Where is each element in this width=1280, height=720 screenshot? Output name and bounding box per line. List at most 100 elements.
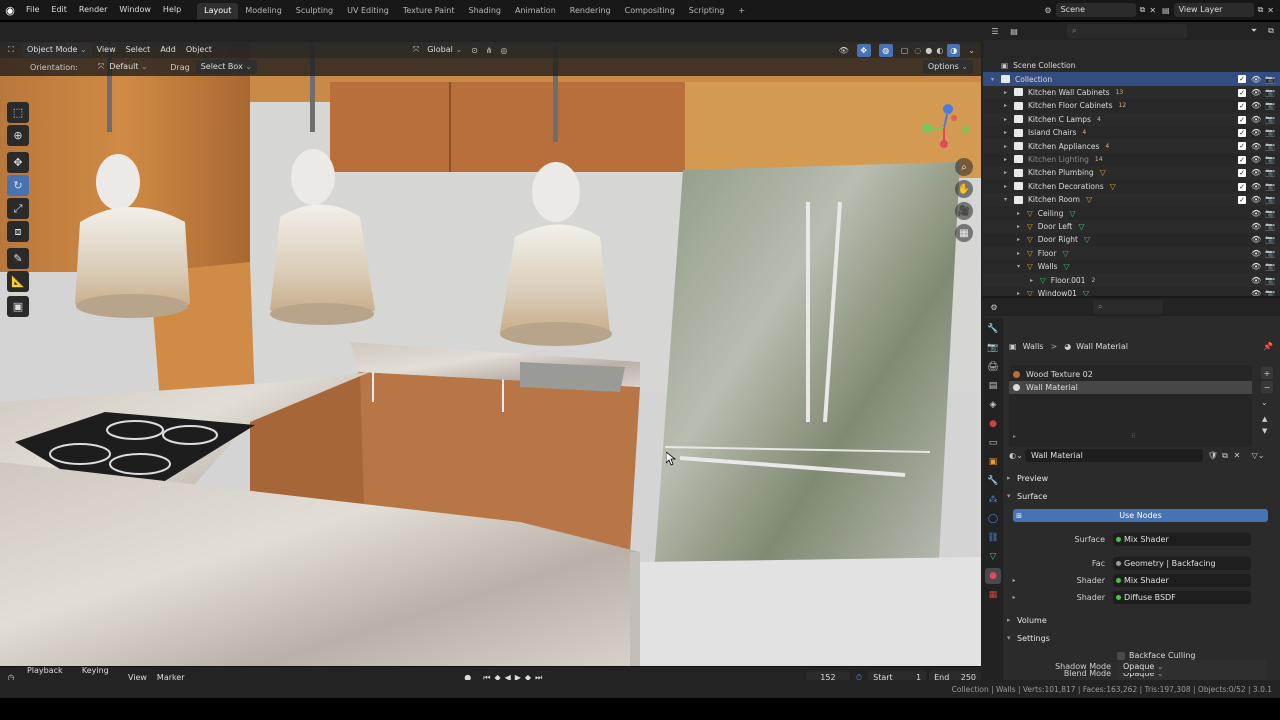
- disclosure-arrow-icon[interactable]: ▾: [1004, 196, 1014, 203]
- output-tab-icon[interactable]: 🖨: [985, 359, 1001, 375]
- outliner-row[interactable]: ▸ ▽ Floor ▽ 👁 📷: [983, 246, 1280, 260]
- rotate-tool-icon[interactable]: ↻: [7, 175, 29, 196]
- visibility-eye-icon[interactable]: 👁: [1251, 209, 1261, 218]
- visibility-eye-icon[interactable]: 👁: [1251, 262, 1261, 271]
- expand-arrow-icon[interactable]: ▸: [1030, 277, 1040, 284]
- exclude-checkbox[interactable]: ✓: [1238, 196, 1246, 204]
- delete-scene-icon[interactable]: ✕: [1149, 6, 1156, 15]
- move-slot-down-icon[interactable]: ▼: [1262, 427, 1267, 435]
- outliner-row[interactable]: ▸ Kitchen Plumbing ▽ ✓ 👁 📷: [983, 166, 1280, 180]
- render-camera-icon[interactable]: 📷: [1265, 155, 1275, 164]
- disclosure-arrow-icon[interactable]: ▸: [1017, 223, 1027, 230]
- exclude-checkbox[interactable]: ✓: [1238, 169, 1246, 178]
- menu-help[interactable]: Help: [157, 0, 187, 20]
- tab-shading[interactable]: Shading: [461, 3, 508, 19]
- mode-selector[interactable]: Object Mode: [22, 43, 92, 57]
- exclude-checkbox[interactable]: ✓: [1238, 88, 1246, 97]
- visibility-eye-icon[interactable]: 👁: [1251, 128, 1261, 137]
- outliner-row[interactable]: ▾ Kitchen Room ▽ ✓ 👁 📷: [983, 193, 1280, 207]
- render-camera-icon[interactable]: 📷: [1265, 235, 1275, 244]
- outliner-row[interactable]: ▸ Kitchen Appliances 4 ✓ 👁 📷: [983, 139, 1280, 153]
- outliner-row[interactable]: ▸ ▽ Door Right ▽ 👁 📷: [983, 233, 1280, 246]
- transform-orientation-selector[interactable]: Global: [422, 43, 467, 57]
- tab-texture-paint[interactable]: Texture Paint: [396, 3, 462, 19]
- material-browse-icon[interactable]: ◐⌄: [1007, 451, 1025, 460]
- add-workspace-button[interactable]: +: [731, 3, 752, 19]
- menu-file[interactable]: File: [20, 0, 45, 20]
- scene-selector[interactable]: Scene: [1055, 3, 1136, 17]
- new-view-layer-icon[interactable]: ⧉: [1258, 5, 1264, 15]
- render-camera-icon[interactable]: 📷: [1265, 209, 1275, 218]
- render-camera-icon[interactable]: 📷: [1265, 142, 1275, 151]
- disclosure-arrow-icon[interactable]: ▸: [1004, 102, 1014, 109]
- render-camera-icon[interactable]: 📷: [1265, 75, 1275, 84]
- material-shading-icon[interactable]: ◐: [936, 46, 943, 55]
- outliner-row[interactable]: ▸ Island Chairs 4 ✓ 👁 📷: [983, 126, 1280, 139]
- exclude-checkbox[interactable]: ✓: [1238, 182, 1246, 191]
- collection-tab-icon[interactable]: ▭: [985, 435, 1001, 451]
- fake-user-icon[interactable]: 🛡: [1207, 451, 1219, 460]
- menu-object[interactable]: Object: [181, 43, 217, 57]
- list-resize-handle-icon[interactable]: ⠿: [1131, 433, 1135, 440]
- volume-section-header[interactable]: ▸ Volume: [1007, 612, 1277, 628]
- visibility-eye-icon[interactable]: 👁: [1251, 182, 1261, 191]
- solid-shading-icon[interactable]: ●: [925, 46, 932, 55]
- remove-slot-icon[interactable]: −: [1261, 381, 1273, 393]
- visibility-eye-icon[interactable]: 👁: [1251, 88, 1261, 97]
- new-collection-icon[interactable]: ⧉: [1262, 26, 1280, 36]
- move-slot-up-icon[interactable]: ▲: [1262, 415, 1267, 423]
- disclosure-arrow-icon[interactable]: ▸: [1004, 169, 1014, 176]
- preview-section-header[interactable]: ▸ Preview: [1007, 470, 1277, 486]
- gizmo-toggle-icon[interactable]: ✥: [856, 43, 871, 57]
- exclude-checkbox[interactable]: ✓: [1238, 142, 1246, 151]
- render-camera-icon[interactable]: 📷: [1265, 249, 1275, 258]
- outliner-row[interactable]: ▸ Kitchen C Lamps 4 ✓ 👁 📷: [983, 112, 1280, 126]
- filter-icon[interactable]: ⏷: [1246, 26, 1262, 36]
- shading-options-icon[interactable]: ⌄: [968, 46, 975, 55]
- outliner-row[interactable]: ▸ Kitchen Floor Cabinets 12 ✓ 👁 📷: [983, 99, 1280, 112]
- options-button[interactable]: Options: [922, 60, 973, 74]
- transform-tool-icon[interactable]: ⧈: [7, 221, 29, 242]
- rendered-shading-icon[interactable]: ◑: [947, 43, 961, 57]
- material-name-field[interactable]: Wall Material: [1025, 449, 1203, 462]
- shader-expand-icon-2[interactable]: ▸: [1007, 594, 1021, 601]
- disclosure-arrow-icon[interactable]: ▸: [1004, 143, 1014, 150]
- render-tab-icon[interactable]: 📷: [985, 340, 1001, 356]
- shadow-mode-dropdown[interactable]: Opaque: [1117, 660, 1267, 673]
- tool-tab-icon[interactable]: 🔧: [985, 321, 1001, 337]
- navigation-gizmo[interactable]: [920, 102, 972, 154]
- disclosure-arrow-icon[interactable]: ▸: [1017, 236, 1027, 243]
- overlays-icon[interactable]: ◍: [878, 43, 893, 57]
- visibility-eye-icon[interactable]: 👁: [1251, 249, 1261, 258]
- menu-add[interactable]: Add: [155, 43, 181, 57]
- outliner-row[interactable]: ▸ ▽ Window01 ▽ 👁 📷: [983, 287, 1280, 296]
- material-tab-icon[interactable]: ●: [985, 568, 1001, 584]
- visibility-eye-icon[interactable]: 👁: [1251, 75, 1261, 84]
- properties-search-input[interactable]: ⌕: [1093, 300, 1163, 314]
- proportional-edit-icon[interactable]: ◎: [500, 46, 507, 55]
- outliner-row[interactable]: ▾ ▽ Walls ▽ 👁 📷: [983, 260, 1280, 273]
- wireframe-shading-icon[interactable]: ◌: [914, 46, 921, 55]
- 3d-viewport[interactable]: ⛶ Object Mode View Select Add Object ⤧ G…: [0, 42, 981, 666]
- disclosure-arrow-icon[interactable]: ▸: [1004, 156, 1014, 163]
- outliner-row[interactable]: ▾ Collection ✓ 👁 📷: [983, 72, 1280, 86]
- disclosure-arrow-icon[interactable]: ▸: [1017, 250, 1027, 257]
- visibility-eye-icon[interactable]: 👁: [1251, 155, 1261, 164]
- camera-view-icon[interactable]: 🎥: [955, 202, 973, 220]
- disclosure-arrow-icon[interactable]: ▸: [1004, 116, 1014, 123]
- annotate-tool-icon[interactable]: ✎: [7, 248, 29, 269]
- outliner-row[interactable]: ▸ ▽ Ceiling ▽ 👁 📷: [983, 206, 1280, 219]
- surface-shader-field[interactable]: Mix Shader: [1113, 533, 1251, 546]
- display-mode-icon[interactable]: ▤: [1003, 27, 1025, 36]
- add-cube-tool-icon[interactable]: ▣: [7, 296, 29, 317]
- tab-compositing[interactable]: Compositing: [618, 3, 682, 19]
- disclosure-arrow-icon[interactable]: ▾: [1017, 263, 1027, 270]
- material-slot-wall[interactable]: Wall Material: [1009, 381, 1252, 394]
- tab-uv-editing[interactable]: UV Editing: [340, 3, 396, 19]
- menu-select[interactable]: Select: [121, 43, 156, 57]
- outliner-editor-icon[interactable]: ☰: [987, 27, 1003, 36]
- material-slot-wood[interactable]: Wood Texture 02: [1009, 368, 1252, 381]
- drag-selector[interactable]: Select Box: [195, 60, 258, 74]
- pivot-point-icon[interactable]: ⊙: [471, 46, 478, 55]
- fac-input-field[interactable]: Geometry | Backfacing: [1113, 557, 1251, 570]
